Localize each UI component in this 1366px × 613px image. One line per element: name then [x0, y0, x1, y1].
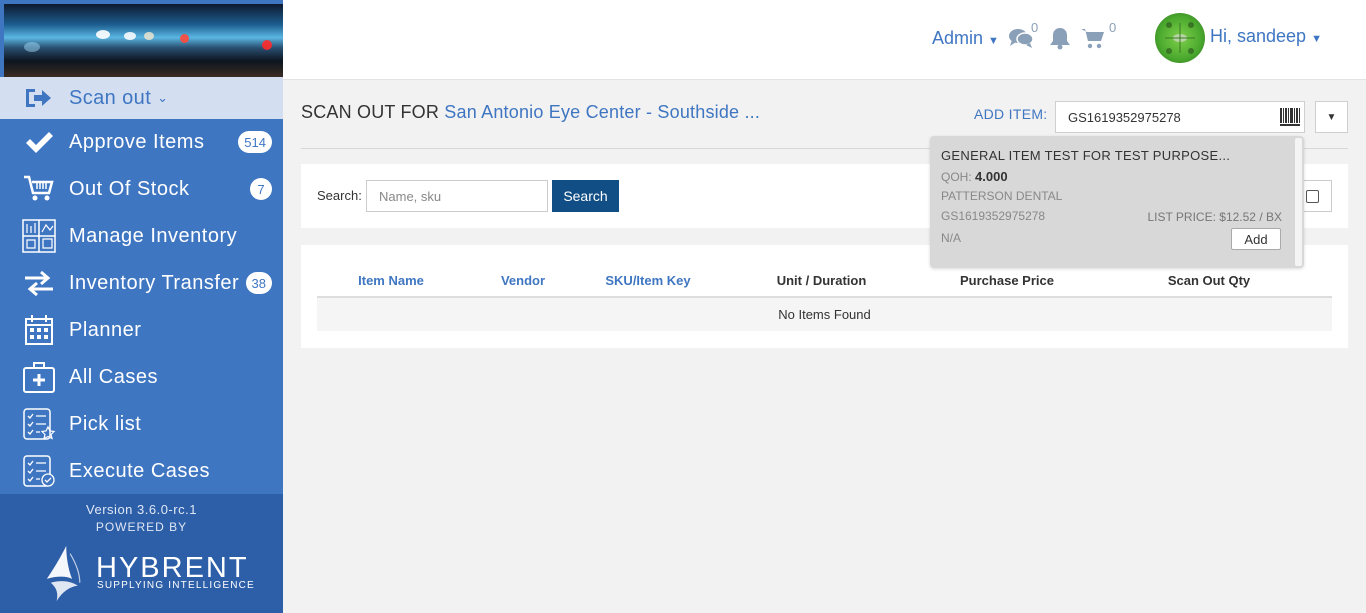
- column-header-scan-out-qty: Scan Out Qty: [1086, 265, 1332, 298]
- items-table: Item Name Vendor SKU/Item Key Unit / Dur…: [317, 265, 1332, 331]
- sidebar-item-label: Scan out: [69, 86, 152, 109]
- inventory-grid-icon: [22, 219, 56, 253]
- search-button[interactable]: Search: [552, 180, 619, 212]
- chevron-down-icon: ⌄: [157, 90, 169, 105]
- sidebar-item-label: Approve Items: [69, 130, 205, 153]
- powered-by-text: POWERED BY: [95, 520, 188, 534]
- cart-count: 0: [1109, 20, 1117, 35]
- add-suggested-item-button[interactable]: Add: [1231, 228, 1281, 250]
- sidebar-item-out-of-stock[interactable]: Out Of Stock 7: [0, 166, 283, 212]
- cart-icon: [22, 172, 56, 206]
- hybrent-logo-icon: [46, 545, 81, 602]
- version-text: Version 3.6.0-rc.1: [86, 502, 197, 517]
- suggestion-vendor: PATTERSON DENTAL: [941, 189, 1063, 203]
- sidebar-item-label: Inventory Transfer: [69, 271, 240, 294]
- sidebar-item-approve-items[interactable]: Approve Items 514: [0, 119, 283, 165]
- sidebar: Scan out ⌄ Approve Items 514 Out Of Stoc…: [0, 0, 283, 613]
- column-header-sku[interactable]: SKU/Item Key: [581, 265, 715, 298]
- suggestion-extra: N/A: [941, 231, 962, 245]
- sidebar-item-all-cases[interactable]: All Cases: [0, 354, 283, 400]
- caret-down-icon: ▼: [1326, 111, 1337, 123]
- column-header-vendor[interactable]: Vendor: [465, 265, 581, 298]
- qoh-value: 4.000: [975, 169, 1008, 184]
- sidebar-item-pick-list[interactable]: Pick list: [0, 401, 283, 447]
- select-all-checkbox[interactable]: [1306, 190, 1319, 203]
- add-item-label: ADD ITEM:: [974, 106, 1048, 122]
- suggestion-sku: GS1619352975278: [941, 209, 1046, 223]
- add-item-dropdown-button[interactable]: ▼: [1315, 101, 1348, 133]
- sidebar-item-label: Manage Inventory: [69, 224, 238, 247]
- messages-count: 0: [1031, 20, 1039, 35]
- admin-label: Admin: [932, 28, 984, 48]
- count-badge: 514: [238, 131, 272, 153]
- list-price-label: LIST PRICE:: [1147, 210, 1216, 224]
- medical-kit-icon: [22, 360, 56, 394]
- add-item-input[interactable]: [1055, 101, 1305, 133]
- suggestion-item-name: GENERAL ITEM TEST FOR TEST PURPOSE...: [941, 148, 1231, 163]
- header-banner-image: [4, 4, 283, 77]
- calendar-icon: [22, 313, 56, 347]
- sidebar-footer: Version 3.6.0-rc.1 POWERED BY HYBRENT SU…: [0, 494, 283, 613]
- bell-icon[interactable]: [1048, 26, 1072, 55]
- suggestion-qoh: QOH: 4.000: [941, 169, 1008, 184]
- user-menu[interactable]: Hi, sandeep ▼: [1210, 26, 1322, 47]
- sidebar-item-label: All Cases: [69, 365, 158, 388]
- sidebar-item-manage-inventory[interactable]: Manage Inventory: [0, 213, 283, 259]
- sidebar-item-execute-cases[interactable]: Execute Cases: [0, 448, 283, 494]
- search-input[interactable]: [366, 180, 548, 212]
- sidebar-item-label: Pick list: [69, 412, 142, 435]
- item-suggestion-dropdown[interactable]: GENERAL ITEM TEST FOR TEST PURPOSE... QO…: [930, 136, 1304, 268]
- checklist-check-icon: [22, 454, 56, 488]
- suggestion-scrollbar[interactable]: [1295, 138, 1302, 266]
- table-row: No Items Found: [317, 297, 1332, 331]
- sidebar-item-label: Execute Cases: [69, 459, 211, 482]
- search-label: Search:: [317, 188, 362, 203]
- sign-out-icon: [23, 83, 53, 113]
- qoh-label: QOH:: [941, 170, 972, 184]
- checklist-star-icon: [22, 407, 56, 441]
- avatar[interactable]: [1155, 13, 1205, 63]
- sidebar-item-planner[interactable]: Planner: [0, 307, 283, 353]
- sidebar-item-scan-out[interactable]: Scan out ⌄: [0, 77, 283, 119]
- admin-menu[interactable]: Admin ▼: [932, 28, 999, 49]
- checkmark-icon: [22, 125, 56, 159]
- top-header: Admin ▼ 0 0 Hi, sandeep ▼: [283, 0, 1366, 80]
- barcode-icon[interactable]: [1280, 108, 1300, 131]
- caret-down-icon: ▼: [1311, 33, 1322, 45]
- list-price-value: $12.52 / BX: [1219, 210, 1282, 224]
- sidebar-item-inventory-transfer[interactable]: Inventory Transfer 38: [0, 260, 283, 306]
- caret-down-icon: ▼: [988, 35, 999, 47]
- count-badge: 7: [250, 178, 272, 200]
- cart-icon[interactable]: [1080, 27, 1106, 54]
- page-title-prefix: SCAN OUT FOR: [301, 102, 440, 122]
- empty-table-message: No Items Found: [317, 297, 1332, 331]
- column-header-item-name[interactable]: Item Name: [317, 265, 465, 298]
- sidebar-item-label: Out Of Stock: [69, 177, 190, 200]
- column-header-unit-duration: Unit / Duration: [715, 265, 928, 298]
- sidebar-item-label: Planner: [69, 318, 142, 341]
- column-header-purchase-price: Purchase Price: [928, 265, 1086, 298]
- transfer-arrows-icon: [22, 266, 56, 300]
- page-title: SCAN OUT FOR San Antonio Eye Center - So…: [301, 102, 760, 123]
- user-greeting: Hi, sandeep: [1210, 26, 1307, 46]
- table-header-row: Item Name Vendor SKU/Item Key Unit / Dur…: [317, 265, 1332, 298]
- page-title-location[interactable]: San Antonio Eye Center - Southside ...: [444, 102, 760, 122]
- brand-tagline: SUPPLYING INTELLIGENCE: [97, 580, 255, 591]
- suggestion-list-price: LIST PRICE: $12.52 / BX: [1147, 210, 1282, 224]
- count-badge: 38: [245, 272, 272, 294]
